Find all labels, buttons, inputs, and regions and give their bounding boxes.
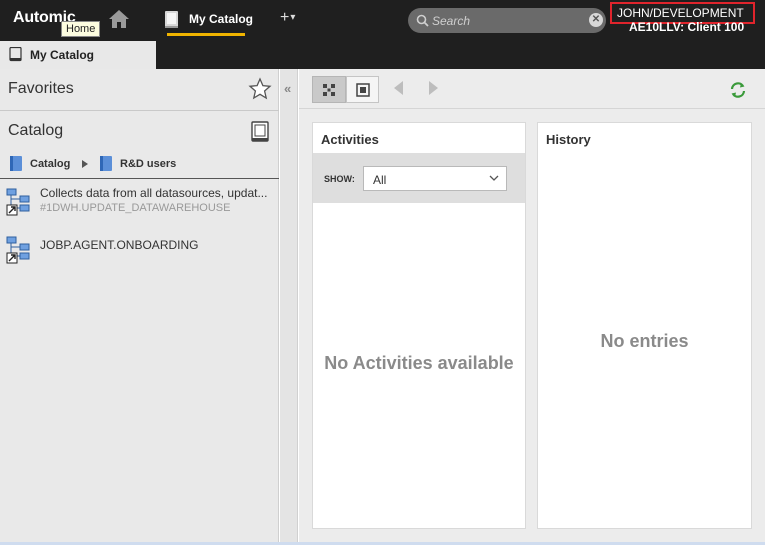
active-nav-underline <box>167 33 245 36</box>
list-item[interactable]: JOBP.AGENT.ONBOARDING <box>0 234 279 270</box>
toolbar <box>299 69 765 109</box>
tile-view-icon <box>323 84 335 96</box>
folder-book-icon <box>100 156 112 171</box>
maximize-view-icon <box>356 83 370 97</box>
tab-my-catalog[interactable]: My Catalog <box>0 41 156 69</box>
home-tooltip: Home <box>61 21 101 37</box>
item-id: #1DWH.UPDATE_DATAWAREHOUSE <box>40 202 231 214</box>
left-panel: Favorites Catalog Catalog R&D users Coll… <box>0 69 279 545</box>
chevron-down-icon <box>489 175 499 181</box>
workflow-icon <box>6 188 30 216</box>
breadcrumb-item-rd-users[interactable]: R&D users <box>120 158 176 170</box>
plus-icon: + <box>280 9 290 26</box>
favorites-title: Favorites <box>8 80 74 97</box>
history-empty-message: No entries <box>600 331 689 351</box>
search-box: ✕ <box>408 8 606 33</box>
client-label: AE10LLV: Client 100 <box>629 20 745 34</box>
workflow-icon <box>6 236 30 264</box>
catalog-book-icon <box>165 11 178 28</box>
catalog-book-icon <box>9 47 22 62</box>
previous-arrow-icon[interactable] <box>394 81 403 95</box>
add-menu-button[interactable]: +▾ <box>280 9 295 27</box>
divider <box>0 178 279 179</box>
tile-view-button[interactable] <box>312 76 346 103</box>
list-item[interactable]: Collects data from all datasources, upda… <box>0 186 279 222</box>
top-bar: Automic Home My Catalog +▾ ✕ JOHN/DEVELO… <box>0 0 765 41</box>
folder-book-icon <box>10 156 22 171</box>
next-arrow-icon[interactable] <box>429 81 438 95</box>
show-filter-value: All <box>373 173 387 187</box>
divider <box>0 110 279 111</box>
home-icon[interactable] <box>108 8 130 30</box>
nav-my-catalog-label: My Catalog <box>189 12 254 26</box>
history-panel: History No entries <box>537 122 752 529</box>
item-name: Collects data from all datasources, upda… <box>40 186 268 200</box>
search-input[interactable] <box>432 11 582 30</box>
tab-strip: My Catalog <box>0 41 765 69</box>
refresh-icon[interactable] <box>728 80 748 100</box>
tab-my-catalog-label: My Catalog <box>30 48 95 62</box>
breadcrumb-item-catalog[interactable]: Catalog <box>30 158 70 170</box>
breadcrumb-arrow-icon <box>82 160 88 168</box>
single-view-button[interactable] <box>346 76 379 103</box>
collapse-panel-button[interactable]: « <box>280 69 298 545</box>
activities-empty-message: No Activities available <box>324 353 514 373</box>
search-icon <box>416 14 429 27</box>
catalog-title: Catalog <box>8 122 64 139</box>
clear-search-icon[interactable]: ✕ <box>589 13 603 27</box>
show-label: SHOW: <box>324 174 355 184</box>
activities-filter-bar: SHOW: All <box>313 153 525 203</box>
chevron-down-icon: ▾ <box>290 12 296 23</box>
show-filter-select[interactable]: All <box>363 166 507 191</box>
double-chevron-left-icon: « <box>284 81 292 96</box>
item-name: JOBP.AGENT.ONBOARDING <box>40 238 199 252</box>
catalog-book-icon[interactable] <box>250 121 270 143</box>
activities-panel: Activities SHOW: All No Activities avail… <box>312 122 526 529</box>
star-icon[interactable] <box>248 77 272 101</box>
activities-title: Activities <box>321 132 379 147</box>
main-area: Activities SHOW: All No Activities avail… <box>299 69 765 545</box>
history-title: History <box>546 132 591 147</box>
